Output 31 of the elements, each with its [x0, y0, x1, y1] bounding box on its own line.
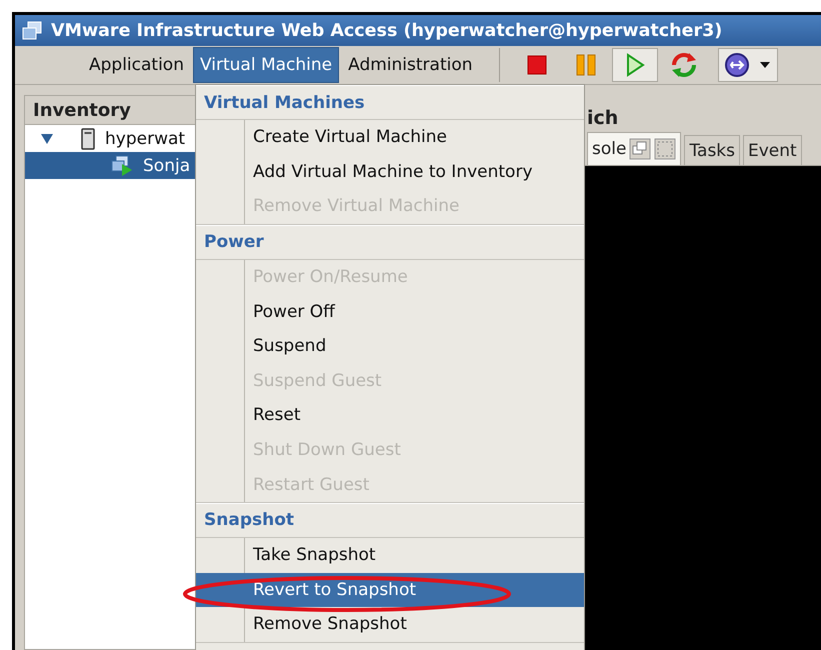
menu-item[interactable]: Power Off [196, 294, 584, 329]
fullscreen-icon[interactable] [654, 138, 676, 160]
toolbar-button[interactable] [718, 48, 778, 82]
menu-item[interactable]: Reset [196, 398, 584, 433]
app-window-icon [21, 20, 43, 42]
stop-icon[interactable] [526, 55, 547, 75]
tab[interactable]: sole [587, 132, 682, 165]
virtual-machine-icon [111, 154, 133, 176]
window-title: VMware Infrastructure Web Access (hyperwatcher@hyperwatcher3) [51, 20, 722, 40]
play-icon[interactable] [624, 53, 645, 77]
panel-title: ich [587, 107, 618, 129]
tree-item[interactable]: Sonja [143, 156, 190, 176]
refresh-icon[interactable] [670, 51, 698, 79]
menu-bar-item[interactable]: Administration [341, 47, 480, 83]
tree-item[interactable]: hyperwat [105, 128, 186, 148]
menu-bar-item[interactable]: Virtual Machine [193, 47, 340, 83]
console-menu-icon[interactable] [724, 52, 772, 78]
menu-bar-item[interactable]: Application [82, 47, 191, 83]
pause-icon[interactable] [576, 54, 596, 76]
tab[interactable]: Tasks [684, 135, 740, 165]
menu-item[interactable]: Take Snapshot [196, 538, 584, 573]
menu-section-header: Snapshot [196, 502, 584, 538]
menu-section-header: Power [196, 224, 584, 260]
tab[interactable]: Event [743, 135, 802, 165]
restore-window-icon[interactable] [629, 138, 652, 160]
server-icon [81, 128, 95, 150]
menu-item[interactable]: Add Virtual Machine to Inventory [196, 154, 584, 190]
menu-item[interactable]: Remove Snapshot [196, 607, 584, 642]
menu-section-header: Virtual Machines [196, 85, 584, 120]
expand-arrow-icon[interactable] [41, 134, 53, 144]
menu-item[interactable]: Suspend [196, 328, 584, 364]
